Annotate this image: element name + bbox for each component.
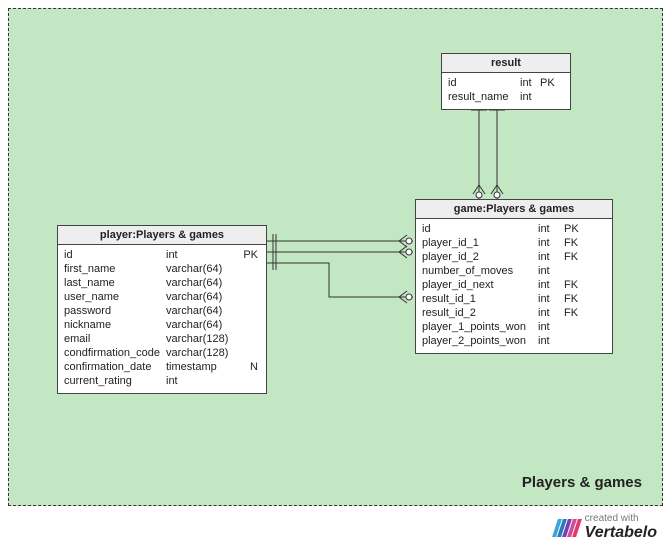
watermark-brand: Vertabelo xyxy=(585,524,657,542)
table-row: nicknamevarchar(64) xyxy=(64,318,260,332)
watermark-prefix: created with xyxy=(585,513,657,524)
table-row: last_namevarchar(64) xyxy=(64,276,260,290)
table-row: idintPK xyxy=(422,222,606,236)
table-row: condfirmation_codevarchar(128) xyxy=(64,346,260,360)
table-rows: idintPK player_id_1intFK player_id_2intF… xyxy=(416,219,612,353)
table-row: first_namevarchar(64) xyxy=(64,262,260,276)
diagram-canvas: result idintPK result_nameint game:Playe… xyxy=(8,8,663,506)
table-game[interactable]: game:Players & games idintPK player_id_1… xyxy=(415,199,613,354)
table-row: emailvarchar(128) xyxy=(64,332,260,346)
table-title: player:Players & games xyxy=(58,226,266,245)
table-row: player_2_points_wonint xyxy=(422,334,606,348)
table-title: result xyxy=(442,54,570,73)
table-row: passwordvarchar(64) xyxy=(64,304,260,318)
table-row: player_1_points_wonint xyxy=(422,320,606,334)
table-row: result_id_1intFK xyxy=(422,292,606,306)
table-title: game:Players & games xyxy=(416,200,612,219)
table-row: player_id_2intFK xyxy=(422,250,606,264)
table-rows: idintPK first_namevarchar(64) last_namev… xyxy=(58,245,266,393)
table-row: player_id_1intFK xyxy=(422,236,606,250)
table-row: current_ratingint xyxy=(64,374,260,388)
vertabelo-logo-icon xyxy=(552,519,582,537)
table-row: result_id_2intFK xyxy=(422,306,606,320)
table-rows: idintPK result_nameint xyxy=(442,73,570,109)
group-label: Players & games xyxy=(522,474,642,491)
table-player[interactable]: player:Players & games idintPK first_nam… xyxy=(57,225,267,394)
table-row: player_id_nextintFK xyxy=(422,278,606,292)
table-row: idintPK xyxy=(448,76,564,90)
table-row: number_of_movesint xyxy=(422,264,606,278)
table-row: user_namevarchar(64) xyxy=(64,290,260,304)
table-result[interactable]: result idintPK result_nameint xyxy=(441,53,571,110)
table-row: result_nameint xyxy=(448,90,564,104)
table-row: confirmation_datetimestampN xyxy=(64,360,260,374)
table-row: idintPK xyxy=(64,248,260,262)
watermark: created with Vertabelo xyxy=(555,513,657,542)
